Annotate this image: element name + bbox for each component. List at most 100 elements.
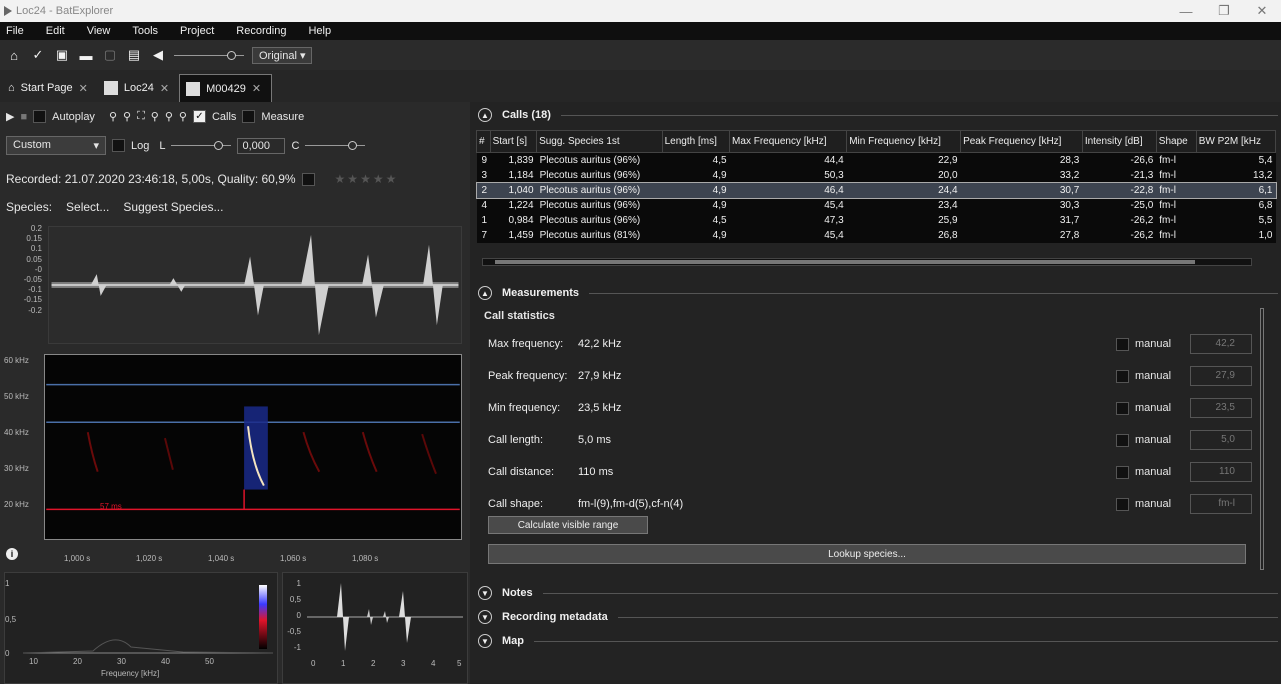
manual-checkbox[interactable] <box>1116 337 1129 351</box>
manual-toggle[interactable]: manual <box>1116 433 1171 447</box>
measurements-section-header[interactable]: ▲ Measurements <box>478 286 1278 300</box>
zoom-reset-icon[interactable]: ⚲ <box>179 110 187 123</box>
expand-icon[interactable]: ▼ <box>478 586 492 600</box>
manual-toggle[interactable]: manual <box>1116 497 1171 511</box>
column-header[interactable]: BW P2M [kHz <box>1195 130 1277 153</box>
expand-icon[interactable]: ▼ <box>478 610 492 624</box>
map-section-header[interactable]: ▼ Map <box>478 634 1278 648</box>
menu-edit[interactable]: Edit <box>46 25 65 37</box>
volume-slider[interactable] <box>174 50 244 60</box>
rating-stars[interactable]: ★★★★★ <box>335 172 399 186</box>
stop-icon[interactable]: ■ <box>20 111 27 123</box>
manual-value-input[interactable]: 110 <box>1190 462 1252 482</box>
table-row[interactable]: 7 1,459 Plecotus auritus (81%) 4,9 45,4 26,8 2… <box>476 227 1276 243</box>
column-header[interactable]: Max Frequency [kHz] <box>729 130 848 153</box>
preset-dropdown[interactable]: Custom ▾ <box>6 136 106 155</box>
column-header[interactable]: Start [s] <box>489 130 538 153</box>
waveform-plot[interactable] <box>48 226 462 344</box>
manual-checkbox[interactable] <box>1116 497 1129 511</box>
zoom-y-icon[interactable]: ⚲ <box>165 110 173 123</box>
power-spectrum-plot[interactable] <box>23 579 273 655</box>
table-horizontal-scrollbar[interactable] <box>482 258 1252 266</box>
manual-value-input[interactable]: 23,5 <box>1190 398 1252 418</box>
zoom-in-icon[interactable]: ⚲ <box>109 110 117 123</box>
restore-button[interactable]: ❐ <box>1205 0 1243 22</box>
manual-checkbox[interactable] <box>1116 433 1129 447</box>
check-icon[interactable]: ✓ <box>30 47 46 63</box>
minimize-button[interactable]: — <box>1167 0 1205 22</box>
measurements-scrollbar[interactable] <box>1260 308 1264 570</box>
notes-section-header[interactable]: ▼ Notes <box>478 586 1278 600</box>
column-header[interactable]: # <box>476 130 491 153</box>
manual-checkbox[interactable] <box>1116 369 1129 383</box>
l-slider[interactable] <box>171 141 232 150</box>
lookup-species-button[interactable]: Lookup species... <box>488 544 1246 564</box>
column-header[interactable]: Shape <box>1155 130 1197 153</box>
table-row[interactable]: 2 1,040 Plecotus auritus (96%) 4,9 46,4 24,4 3… <box>475 181 1277 199</box>
calculate-visible-range-button[interactable]: Calculate visible range <box>488 516 648 534</box>
close-icon[interactable]: ✕ <box>160 82 169 95</box>
calls-checkbox[interactable]: ✓ <box>192 110 206 123</box>
column-header[interactable]: Intensity [dB] <box>1081 130 1157 153</box>
manual-value-input[interactable]: fm-l <box>1190 494 1252 514</box>
mini-waveform-plot[interactable] <box>307 579 463 657</box>
menu-view[interactable]: View <box>87 25 111 37</box>
menu-file[interactable]: File <box>6 25 24 37</box>
volume-icon[interactable]: ◀ <box>150 47 166 63</box>
copy-icon[interactable]: ▢ <box>102 47 118 63</box>
column-header[interactable]: Sugg. Species 1st <box>536 130 663 153</box>
rating-checkbox[interactable] <box>301 172 315 186</box>
collapse-icon[interactable]: ▲ <box>478 108 492 122</box>
menu-project[interactable]: Project <box>180 25 214 37</box>
manual-value-input[interactable]: 27,9 <box>1190 366 1252 386</box>
table-row[interactable]: 1 0,984 Plecotus auritus (96%) 4,5 47,3 25,9 3… <box>476 212 1276 228</box>
home-icon[interactable]: ⌂ <box>6 48 22 63</box>
info-icon[interactable]: i <box>6 548 18 560</box>
folder-icon[interactable]: ▬ <box>78 48 94 63</box>
autoplay-checkbox[interactable] <box>33 110 47 123</box>
view-mode-dropdown[interactable]: Original ▾ <box>252 46 313 64</box>
manual-checkbox[interactable] <box>1116 465 1129 479</box>
table-row[interactable]: 4 1,224 Plecotus auritus (96%) 4,9 45,4 23,4 3… <box>476 197 1276 213</box>
manual-toggle[interactable]: manual <box>1116 401 1171 415</box>
close-icon[interactable]: ✕ <box>252 82 261 95</box>
table-row[interactable]: 9 1,839 Plecotus auritus (96%) 4,5 44,4 22,9 2… <box>476 152 1276 168</box>
collapse-icon[interactable]: ▲ <box>478 286 492 300</box>
zoom-x-icon[interactable]: ⚲ <box>151 110 159 123</box>
manual-checkbox[interactable] <box>1116 401 1129 415</box>
expand-icon[interactable]: ▼ <box>478 634 492 648</box>
column-header[interactable]: Length [ms] <box>661 130 731 153</box>
play-icon[interactable]: ▶ <box>6 110 14 123</box>
metadata-section-header[interactable]: ▼ Recording metadata <box>478 610 1278 624</box>
menu-tools[interactable]: Tools <box>132 25 158 37</box>
close-button[interactable]: ✕ <box>1243 0 1281 22</box>
close-icon[interactable]: ✕ <box>79 82 88 95</box>
tab-m00429[interactable]: M00429 ✕ <box>179 74 273 102</box>
column-header[interactable]: Peak Frequency [kHz] <box>960 130 1083 153</box>
c-slider[interactable] <box>305 141 366 150</box>
manual-toggle[interactable]: manual <box>1116 465 1171 479</box>
scrollbar-thumb[interactable] <box>495 260 1195 264</box>
save-icon[interactable]: ▣ <box>54 47 70 63</box>
export-icon[interactable]: ▤ <box>126 47 142 63</box>
column-header[interactable]: Min Frequency [kHz] <box>846 130 962 153</box>
tab-start-page[interactable]: ⌂ Start Page ✕ <box>2 74 98 102</box>
log-checkbox[interactable] <box>112 139 125 152</box>
manual-value-input[interactable]: 42,2 <box>1190 334 1252 354</box>
suggest-species-link[interactable]: Suggest Species... <box>123 200 223 214</box>
tab-loc24[interactable]: Loc24 ✕ <box>98 74 179 102</box>
menu-help[interactable]: Help <box>308 25 331 37</box>
calls-section-header[interactable]: ▲ Calls (18) <box>478 108 1278 122</box>
manual-toggle[interactable]: manual <box>1116 337 1171 351</box>
menu-recording[interactable]: Recording <box>236 25 286 37</box>
table-row[interactable]: 3 1,184 Plecotus auritus (96%) 4,9 50,3 20,0 3… <box>476 167 1276 183</box>
measure-checkbox[interactable] <box>242 110 256 123</box>
select-species-link[interactable]: Select... <box>66 200 109 214</box>
fit-icon[interactable]: ⛶ <box>137 110 145 123</box>
gain-input[interactable]: 0,000 <box>237 137 286 154</box>
table-cell: 45,4 <box>824 229 844 241</box>
manual-value-input[interactable]: 5,0 <box>1190 430 1252 450</box>
spectrogram-plot[interactable] <box>44 354 462 540</box>
manual-toggle[interactable]: manual <box>1116 369 1171 383</box>
zoom-out-icon[interactable]: ⚲ <box>123 110 131 123</box>
